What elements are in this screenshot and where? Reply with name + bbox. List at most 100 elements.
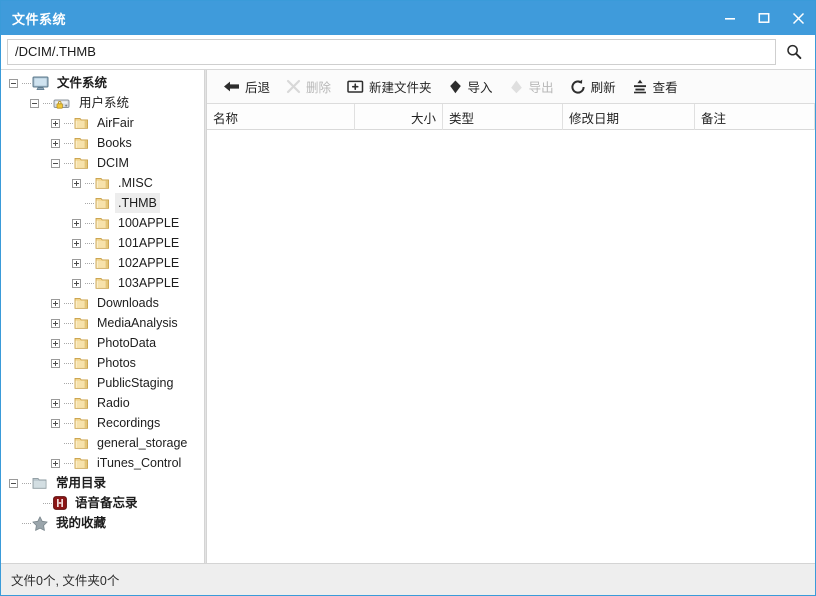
tree-item-14[interactable]: Photos bbox=[1, 353, 204, 373]
column-header-name[interactable]: 名称 bbox=[207, 104, 355, 130]
file-list[interactable] bbox=[207, 130, 815, 563]
toolbar-button-3[interactable]: 新建文件夹 bbox=[339, 74, 440, 100]
collapse-icon[interactable] bbox=[51, 159, 60, 168]
tree-item-label: 用户系统 bbox=[76, 93, 132, 113]
tree-item-label: 100APPLE bbox=[115, 213, 182, 233]
tree-connector bbox=[64, 303, 73, 304]
tree-connector bbox=[64, 163, 73, 164]
expand-icon[interactable] bbox=[51, 419, 60, 428]
tree-item-4[interactable]: DCIM bbox=[1, 153, 204, 173]
tree-item-1[interactable]: 用户系统 bbox=[1, 93, 204, 113]
tree-item-3[interactable]: Books bbox=[1, 133, 204, 153]
tree-item-label: 语音备忘录 bbox=[72, 493, 141, 513]
tree-item-icon bbox=[74, 296, 89, 310]
tree-item-20[interactable]: 常用目录 bbox=[1, 473, 204, 493]
maximize-button[interactable] bbox=[747, 1, 781, 35]
tree-item-11[interactable]: Downloads bbox=[1, 293, 204, 313]
column-header-note[interactable]: 备注 bbox=[695, 104, 815, 130]
expand-icon[interactable] bbox=[51, 299, 60, 308]
tree-spacer bbox=[9, 519, 18, 528]
tree-item-21[interactable]: 语音备忘录 bbox=[1, 493, 204, 513]
tree-item-18[interactable]: general_storage bbox=[1, 433, 204, 453]
tree-item-8[interactable]: 101APPLE bbox=[1, 233, 204, 253]
expand-icon[interactable] bbox=[72, 219, 81, 228]
tree-item-10[interactable]: 103APPLE bbox=[1, 273, 204, 293]
tree-item-label: Books bbox=[94, 133, 135, 153]
tree-item-2[interactable]: AirFair bbox=[1, 113, 204, 133]
folder-icon bbox=[74, 456, 89, 470]
tree-item-icon bbox=[74, 376, 89, 390]
collapse-icon[interactable] bbox=[9, 79, 18, 88]
tree-item-label: 常用目录 bbox=[53, 473, 109, 493]
tree-item-12[interactable]: MediaAnalysis bbox=[1, 313, 204, 333]
expand-icon[interactable] bbox=[72, 239, 81, 248]
tree-item-17[interactable]: Recordings bbox=[1, 413, 204, 433]
toolbar-button-6[interactable]: 刷新 bbox=[562, 74, 624, 100]
tree-item-6[interactable]: .THMB bbox=[1, 193, 204, 213]
tree-item-19[interactable]: iTunes_Control bbox=[1, 453, 204, 473]
expand-icon[interactable] bbox=[51, 399, 60, 408]
tree-item-15[interactable]: PublicStaging bbox=[1, 373, 204, 393]
tree-item-icon bbox=[95, 176, 110, 190]
tree-item-22[interactable]: 我的收藏 bbox=[1, 513, 204, 533]
collapse-icon[interactable] bbox=[9, 479, 18, 488]
expand-icon[interactable] bbox=[51, 139, 60, 148]
close-button[interactable] bbox=[781, 1, 815, 35]
expand-icon[interactable] bbox=[72, 279, 81, 288]
folder-icon bbox=[74, 296, 89, 310]
drive-lock-icon bbox=[53, 96, 71, 110]
minimize-button[interactable] bbox=[713, 1, 747, 35]
toolbar-button-1[interactable]: 后退 bbox=[215, 74, 278, 100]
column-header-type[interactable]: 类型 bbox=[443, 104, 563, 130]
arrow-down-icon bbox=[448, 79, 463, 95]
folder-icon bbox=[95, 256, 110, 270]
directory-tree-panel[interactable]: 文件系统用户系统AirFairBooksDCIM.MISC.THMB100APP… bbox=[1, 70, 204, 563]
folder-icon bbox=[95, 236, 110, 250]
expand-icon[interactable] bbox=[51, 339, 60, 348]
tree-item-label: 102APPLE bbox=[115, 253, 182, 273]
tree-item-icon bbox=[95, 236, 110, 250]
tree-item-label: general_storage bbox=[94, 433, 190, 453]
tree-item-icon bbox=[95, 196, 110, 210]
tree-connector bbox=[85, 203, 94, 204]
folder-icon bbox=[74, 316, 89, 330]
tree-item-13[interactable]: PhotoData bbox=[1, 333, 204, 353]
tree-item-label: PhotoData bbox=[94, 333, 159, 353]
expand-icon[interactable] bbox=[72, 259, 81, 268]
tree-item-icon bbox=[74, 116, 89, 130]
search-icon bbox=[785, 43, 803, 61]
toolbar-button-7[interactable]: 查看 bbox=[624, 74, 686, 100]
toolbar-button-label: 查看 bbox=[653, 77, 678, 96]
expand-icon[interactable] bbox=[72, 179, 81, 188]
column-header-row: 名称大小类型修改日期备注 bbox=[207, 104, 815, 130]
tree-connector bbox=[85, 183, 94, 184]
tree-connector bbox=[22, 483, 31, 484]
tree-connector bbox=[64, 123, 73, 124]
column-header-date[interactable]: 修改日期 bbox=[563, 104, 695, 130]
search-button[interactable] bbox=[779, 39, 809, 65]
view-list-icon bbox=[632, 79, 648, 94]
path-input[interactable] bbox=[7, 39, 776, 65]
folder-icon bbox=[74, 356, 89, 370]
expand-icon[interactable] bbox=[51, 459, 60, 468]
tree-item-9[interactable]: 102APPLE bbox=[1, 253, 204, 273]
collapse-icon[interactable] bbox=[30, 99, 39, 108]
toolbar-button-label: 后退 bbox=[245, 77, 270, 96]
column-header-label: 备注 bbox=[701, 108, 726, 127]
tree-item-icon bbox=[95, 276, 110, 290]
expand-icon[interactable] bbox=[51, 319, 60, 328]
folder-icon bbox=[74, 396, 89, 410]
folder-icon bbox=[95, 276, 110, 290]
tree-item-0[interactable]: 文件系统 bbox=[1, 73, 204, 93]
column-header-size[interactable]: 大小 bbox=[355, 104, 443, 130]
tree-item-icon bbox=[74, 356, 89, 370]
tree-item-5[interactable]: .MISC bbox=[1, 173, 204, 193]
tree-item-label: 我的收藏 bbox=[53, 513, 109, 533]
main-body: 文件系统用户系统AirFairBooksDCIM.MISC.THMB100APP… bbox=[1, 69, 815, 563]
tree-item-16[interactable]: Radio bbox=[1, 393, 204, 413]
expand-icon[interactable] bbox=[51, 119, 60, 128]
expand-icon[interactable] bbox=[51, 359, 60, 368]
toolbar-button-4[interactable]: 导入 bbox=[440, 74, 501, 100]
folder-icon bbox=[74, 416, 89, 430]
tree-item-7[interactable]: 100APPLE bbox=[1, 213, 204, 233]
